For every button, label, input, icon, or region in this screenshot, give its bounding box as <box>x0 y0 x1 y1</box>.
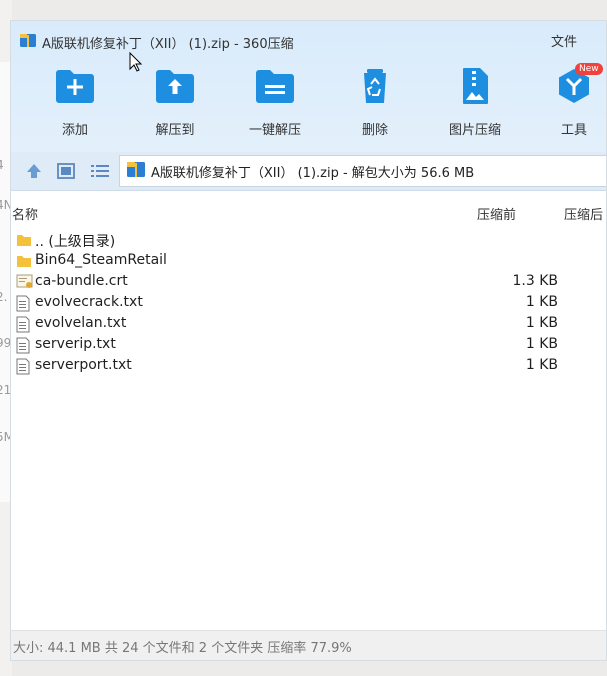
file-name: ca-bundle.crt <box>35 273 128 289</box>
delete-button[interactable]: 删除 <box>330 67 420 138</box>
text-file-icon <box>16 358 30 379</box>
text-file-icon <box>16 337 30 358</box>
file-size: 1 KB <box>525 315 558 331</box>
folder-add-icon <box>54 67 96 109</box>
column-name[interactable]: 名称 <box>12 204 38 223</box>
file-name: .. (上级目录) <box>35 234 116 250</box>
status-bar: 大小: 44.1 MB 共 24 个文件和 2 个文件夹 压缩率 77.9% <box>11 630 606 660</box>
add-button[interactable]: 添加 <box>30 67 120 138</box>
image-compress-icon <box>454 67 496 109</box>
address-bar[interactable]: A版联机修复补丁（XII） (1).zip - 解包大小为 56.6 MB <box>119 155 606 187</box>
file-list: .. (上级目录) Bin64_SteamRetail ca-bundle.cr… <box>11 230 606 379</box>
status-text: 大小: 44.1 MB 共 24 个文件和 2 个文件夹 压缩率 77.9% <box>13 640 352 656</box>
file-menu[interactable]: 文件 <box>551 31 577 50</box>
window-header: A版联机修复补丁（XII） (1).zip - 360压缩 文件 添加 解压到 … <box>11 21 606 152</box>
list-item-file[interactable]: evolvelan.txt 1 KB <box>11 314 606 337</box>
background-text: 2. <box>0 290 8 304</box>
list-item-file[interactable]: serverip.txt 1 KB <box>11 335 606 358</box>
one-click-extract-button[interactable]: 一键解压 <box>230 67 320 138</box>
file-name: serverip.txt <box>35 336 116 352</box>
list-item-file[interactable]: ca-bundle.crt 1.3 KB <box>11 272 606 294</box>
list-item-file[interactable]: evolvecrack.txt 1 KB <box>11 293 606 316</box>
folder-icon <box>16 253 32 273</box>
delete-label: 删除 <box>361 123 388 138</box>
image-compress-label: 图片压缩 <box>448 123 501 138</box>
app-logo-icon <box>19 31 37 53</box>
title-bar: A版联机修复补丁（XII） (1).zip - 360压缩 <box>19 31 294 53</box>
file-name: evolvelan.txt <box>35 315 127 331</box>
column-header: 名称 压缩前 压缩后 <box>11 204 606 224</box>
file-size: 1 KB <box>525 294 558 310</box>
list-view-icon[interactable] <box>90 162 110 184</box>
one-click-extract-icon <box>254 67 296 109</box>
column-size-after[interactable]: 压缩后 <box>564 204 603 223</box>
up-arrow-icon[interactable] <box>25 162 43 184</box>
folder-icon <box>16 232 32 252</box>
text-file-icon <box>16 295 30 316</box>
new-badge: New <box>575 63 603 75</box>
certificate-icon <box>16 274 34 294</box>
file-size: 1.3 KB <box>512 273 559 289</box>
add-label: 添加 <box>61 123 88 138</box>
column-size-before[interactable]: 压缩前 <box>477 204 516 223</box>
tools-label: 工具 <box>560 123 587 138</box>
file-name: evolvecrack.txt <box>35 294 143 310</box>
archive-file-icon <box>126 159 146 183</box>
file-name: serverport.txt <box>35 357 132 373</box>
file-size: 1 KB <box>525 357 558 373</box>
extract-to-label: 解压到 <box>155 123 195 138</box>
extract-to-button[interactable]: 解压到 <box>130 67 220 138</box>
folder-extract-icon <box>154 67 196 109</box>
list-item-folder[interactable]: Bin64_SteamRetail <box>11 251 606 273</box>
archive-window: A版联机修复补丁（XII） (1).zip - 360压缩 文件 添加 解压到 … <box>10 20 607 661</box>
image-compress-button[interactable]: 图片压缩 <box>430 67 520 138</box>
recycle-bin-icon <box>354 67 396 109</box>
file-size: 1 KB <box>525 336 558 352</box>
address-text: A版联机修复补丁（XII） (1).zip - 解包大小为 56.6 MB <box>151 165 475 181</box>
tools-button[interactable]: New 工具 <box>529 63 606 138</box>
one-click-extract-label: 一键解压 <box>248 123 301 138</box>
file-name: Bin64_SteamRetail <box>35 252 167 268</box>
list-item-parent-folder[interactable]: .. (上级目录) <box>11 230 606 252</box>
list-item-file[interactable]: serverport.txt 1 KB <box>11 356 606 379</box>
toolbar: 添加 解压到 一键解压 删除 图片压缩 New 工具 <box>11 63 606 147</box>
background-text: 4 <box>0 158 4 172</box>
text-file-icon <box>16 316 30 337</box>
thumbnail-view-icon[interactable] <box>57 162 75 184</box>
window-title: A版联机修复补丁（XII） (1).zip - 360压缩 <box>42 36 294 52</box>
mouse-cursor-icon <box>129 51 143 76</box>
address-row: A版联机修复补丁（XII） (1).zip - 解包大小为 56.6 MB <box>11 152 606 191</box>
